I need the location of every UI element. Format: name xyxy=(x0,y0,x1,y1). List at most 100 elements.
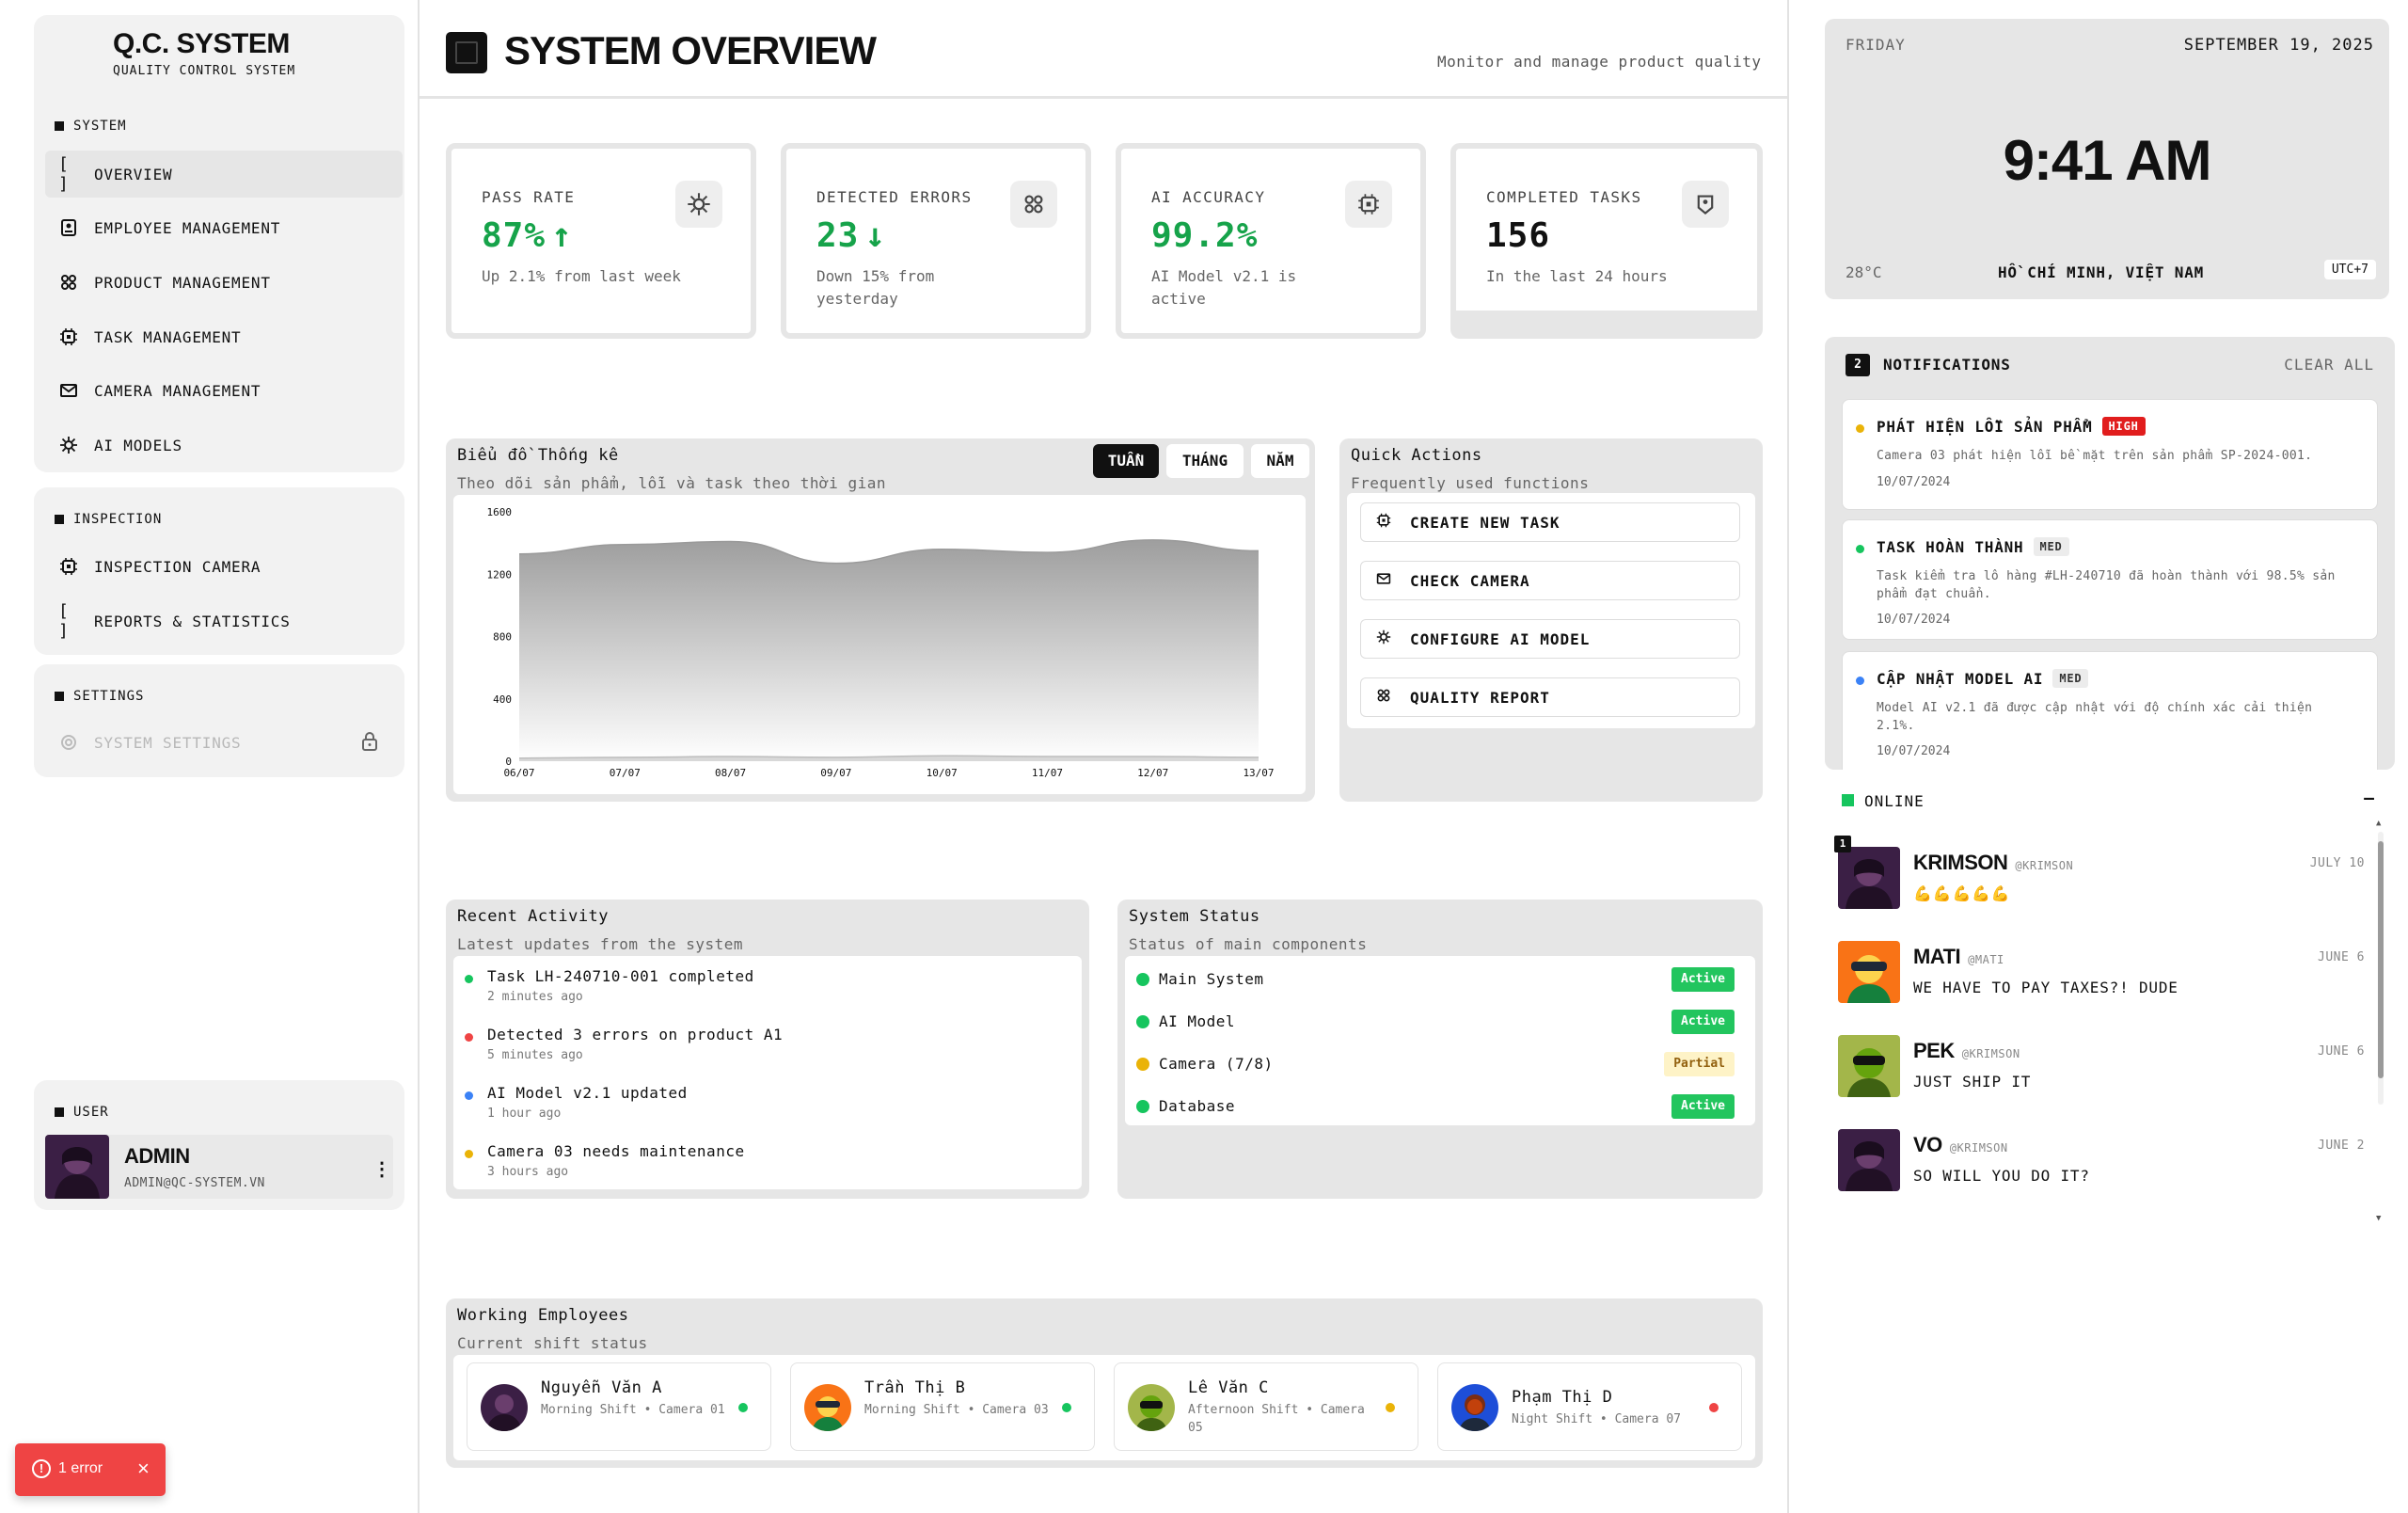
priority-badge: MED xyxy=(2052,669,2089,688)
configure-ai-model-button[interactable]: CONFIGURE AI MODEL xyxy=(1360,619,1740,659)
tab-year[interactable]: NĂM xyxy=(1251,444,1309,478)
status-badge: Active xyxy=(1671,1010,1735,1034)
x-tick-label: 10/07 xyxy=(927,767,958,779)
bug-icon xyxy=(1374,688,1393,707)
quality-report-button[interactable]: QUALITY REPORT xyxy=(1360,677,1740,717)
user-menu-icon[interactable]: ⋮ xyxy=(372,1157,391,1180)
priority-badge: MED xyxy=(2033,537,2069,556)
working-employees-title: Working Employees xyxy=(457,1306,629,1325)
employee-card[interactable]: Trần Thị B Morning Shift • Camera 03 xyxy=(790,1362,1095,1451)
status-badge: Active xyxy=(1671,967,1735,992)
clock-timezone: UTC+7 xyxy=(2323,260,2376,279)
status-badge: Active xyxy=(1671,1094,1735,1119)
scroll-down-arrow[interactable]: ▼ xyxy=(2376,1214,2381,1223)
brackets-icon: [ ] xyxy=(58,154,70,194)
avatar xyxy=(1451,1384,1498,1431)
header-divider xyxy=(420,96,1787,99)
badge-icon xyxy=(58,217,79,238)
chat-row[interactable]: 1 KRIMSON @KRIMSON JULY 10 💪💪💪💪💪 xyxy=(1834,836,2365,920)
gear-burst-icon xyxy=(58,435,79,455)
avatar xyxy=(1128,1384,1175,1431)
error-toast[interactable]: ! 1 error × xyxy=(15,1443,166,1496)
chart-panel: Biểu đồ Thống kê Theo dõi sản phẩm, lỗi … xyxy=(446,438,1315,802)
x-tick-label: 09/07 xyxy=(820,767,851,779)
sidebar-item-overview[interactable]: [ ] OVERVIEW xyxy=(45,151,403,198)
brand-subtitle: QUALITY CONTROL SYSTEM xyxy=(113,64,296,78)
y-tick-label: 1600 xyxy=(487,506,513,518)
employee-card[interactable]: Nguyễn Văn A Morning Shift • Camera 01 xyxy=(467,1362,771,1451)
sidebar-section-inspection: INSPECTION xyxy=(55,512,162,527)
divider-left xyxy=(418,0,420,1513)
check-camera-button[interactable]: CHECK CAMERA xyxy=(1360,561,1740,600)
quick-actions-subtitle: Frequently used functions xyxy=(1351,474,1590,492)
chat-row[interactable]: PEK @KRIMSON JUNE 6 JUST SHIP IT xyxy=(1838,1035,2365,1108)
gear-burst-icon xyxy=(675,181,722,228)
gear-burst-icon xyxy=(1374,629,1393,648)
clock-date: SEPTEMBER 19, 2025 xyxy=(2183,36,2374,55)
page-title: SYSTEM OVERVIEW xyxy=(504,28,877,72)
sidebar-item-product-management[interactable]: PRODUCT MANAGEMENT xyxy=(45,259,403,306)
scrollbar[interactable] xyxy=(2378,832,2384,1105)
online-indicator-icon xyxy=(1842,794,1854,806)
status-row-database: Database Active xyxy=(1136,1092,1735,1121)
x-tick-label: 08/07 xyxy=(715,767,746,779)
status-dot xyxy=(1709,1403,1719,1412)
badge-icon xyxy=(1682,181,1729,228)
status-dot xyxy=(1386,1403,1395,1412)
collapse-button[interactable]: — xyxy=(2364,788,2374,808)
tab-month[interactable]: THÁNG xyxy=(1166,444,1244,478)
notification-item[interactable]: CẬP NHẬT MODEL AI MED Model AI v2.1 đã đư… xyxy=(1842,651,2378,770)
status-dot xyxy=(1062,1403,1071,1412)
chat-row[interactable]: MATI @MATI JUNE 6 WE HAVE TO PAY TAXES?! … xyxy=(1838,941,2365,1014)
sidebar-item-system-settings[interactable]: SYSTEM SETTINGS xyxy=(45,719,403,766)
clear-all-button[interactable]: CLEAR ALL xyxy=(2284,356,2374,374)
gear-icon xyxy=(58,732,79,753)
avatar xyxy=(1838,941,1900,1003)
sidebar-item-ai-models[interactable]: AI MODELS xyxy=(45,422,403,469)
sidebar-item-inspection-camera[interactable]: INSPECTION CAMERA xyxy=(45,543,403,590)
stat-card-pass-rate: PASS RATE 87% ↑ Up 2.1% from last week xyxy=(446,143,756,339)
employee-card[interactable]: Lê Văn C Afternoon Shift • Camera 05 xyxy=(1114,1362,1418,1451)
employee-card[interactable]: Phạm Thị D Night Shift • Camera 07 xyxy=(1437,1362,1742,1451)
y-tick-label: 400 xyxy=(493,693,512,706)
notification-item[interactable]: TASK HOÀN THÀNH MED Task kiểm tra lô hàng… xyxy=(1842,519,2378,640)
sidebar-item-employee-management[interactable]: EMPLOYEE MANAGEMENT xyxy=(45,204,403,251)
avatar xyxy=(1838,1035,1900,1097)
user-avatar xyxy=(45,1135,109,1199)
create-new-task-button[interactable]: CREATE NEW TASK xyxy=(1360,502,1740,542)
stat-card-completed-tasks: COMPLETED TASKS 156 In the last 24 hours xyxy=(1450,143,1763,339)
chip-icon xyxy=(58,326,79,347)
notification-item[interactable]: PHÁT HIỆN LỖI SẢN PHẨM HIGH Camera 03 phá… xyxy=(1842,399,2378,510)
sidebar-item-task-management[interactable]: TASK MANAGEMENT xyxy=(45,313,403,360)
recent-activity-title: Recent Activity xyxy=(457,907,610,926)
tab-week[interactable]: TUẦN xyxy=(1093,444,1159,478)
bug-icon xyxy=(58,272,79,293)
notifications-count: 2 xyxy=(1846,354,1870,376)
close-icon[interactable]: × xyxy=(137,1457,150,1481)
clock-widget: FRIDAY SEPTEMBER 19, 2025 9:41 AM 28°C H… xyxy=(1825,19,2389,299)
bug-icon xyxy=(1010,181,1057,228)
error-toast-label: 1 error xyxy=(58,1460,103,1476)
chart-panel-subtitle: Theo dõi sản phẩm, lỗi và task theo thời… xyxy=(457,474,886,492)
recent-activity-panel: Recent Activity Latest updates from the … xyxy=(446,900,1089,1199)
x-tick-label: 11/07 xyxy=(1032,767,1063,779)
stat-value: 156 xyxy=(1486,216,1551,255)
system-status-subtitle: Status of main components xyxy=(1129,935,1368,953)
scroll-up-arrow[interactable]: ▲ xyxy=(2376,819,2381,828)
notifications-title: NOTIFICATIONS xyxy=(1883,356,2011,374)
clock-location: HỒ CHÍ MINH, VIỆT NAM xyxy=(1998,263,2205,281)
working-employees-panel: Working Employees Current shift status N… xyxy=(446,1298,1763,1468)
online-panel: ONLINE — 1 KRIMSON @KRIMSON JULY 10 💪💪💪💪💪… xyxy=(1825,770,2395,1240)
online-title: ONLINE xyxy=(1864,792,1925,810)
status-row-main-system: Main System Active xyxy=(1136,965,1735,994)
sidebar-item-camera-management[interactable]: CAMERA MANAGEMENT xyxy=(45,367,403,414)
brackets-icon: [ ] xyxy=(58,601,70,641)
chart-area: 0 400 800 1200 1600 06/07 07/07 08/07 09/07 10/07… xyxy=(453,495,1306,794)
x-tick-label: 07/07 xyxy=(610,767,641,779)
clock-temperature: 28°C xyxy=(1846,263,1882,281)
sidebar-item-reports-statistics[interactable]: [ ] REPORTS & STATISTICS xyxy=(45,597,403,645)
x-tick-label: 06/07 xyxy=(503,767,534,779)
chat-row[interactable]: VO @KRIMSON JUNE 2 SO WILL YOU DO IT? xyxy=(1838,1129,2365,1202)
stat-card-ai-accuracy: AI ACCURACY 99.2% AI Model v2.1 is activ… xyxy=(1116,143,1426,339)
page-subtitle: Monitor and manage product quality xyxy=(1437,53,1762,71)
